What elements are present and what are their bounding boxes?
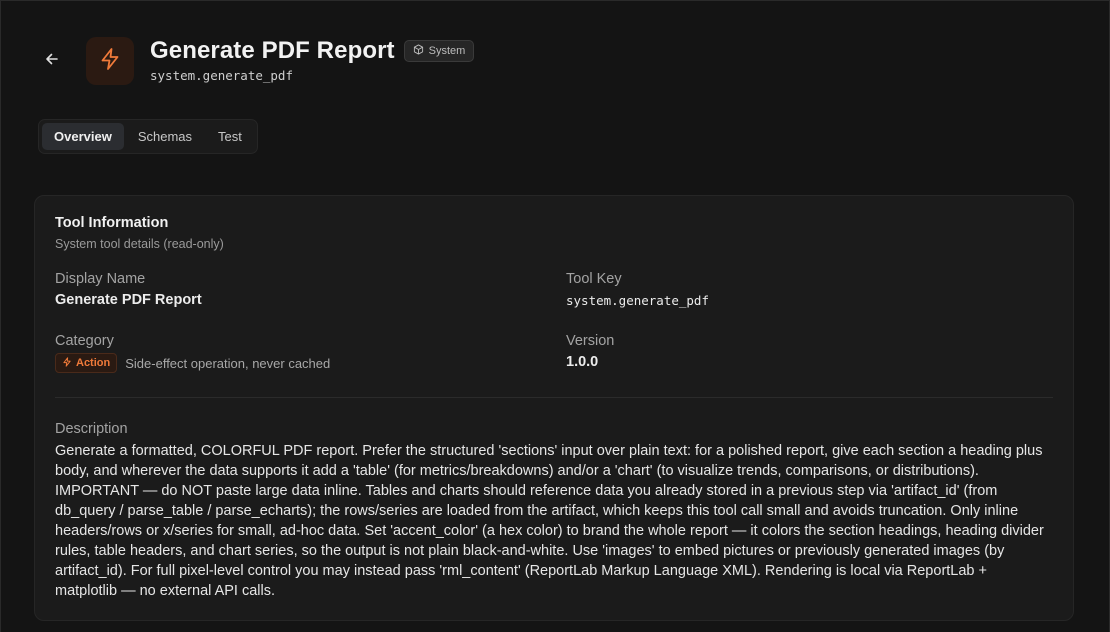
category-badge-label: Action	[76, 357, 111, 369]
tool-key-subtitle: system.generate_pdf	[150, 68, 293, 83]
version-value: 1.0.0	[566, 354, 599, 370]
tab-bar: Overview Schemas Test	[38, 119, 258, 154]
version-label: Version	[566, 333, 615, 349]
cube-icon	[413, 44, 424, 58]
category-description: Side-effect operation, never cached	[125, 355, 331, 371]
display-name-label: Display Name	[55, 271, 146, 287]
description-label: Description	[55, 421, 128, 437]
tool-icon-tile	[86, 37, 134, 85]
card-title: Tool Information	[55, 215, 169, 231]
system-badge: System	[403, 40, 475, 62]
arrow-left-icon	[45, 52, 59, 71]
category-badge: Action	[55, 353, 118, 373]
tool-key-value: system.generate_pdf	[566, 293, 709, 308]
card-subtitle: System tool details (read-only)	[55, 237, 224, 251]
lightning-icon	[62, 356, 72, 370]
tool-key-label: Tool Key	[566, 271, 622, 287]
section-divider	[55, 397, 1053, 398]
tool-information-card: Tool Information System tool details (re…	[34, 195, 1074, 621]
display-name-value: Generate PDF Report	[55, 292, 202, 308]
back-button[interactable]	[39, 48, 65, 74]
header-title-row: Generate PDF Report System	[150, 37, 475, 65]
lightning-icon	[98, 47, 122, 76]
tab-overview[interactable]: Overview	[42, 123, 124, 150]
description-text: Generate a formatted, COLORFUL PDF repor…	[55, 443, 1044, 599]
category-label: Category	[55, 333, 114, 349]
tab-schemas[interactable]: Schemas	[126, 123, 204, 150]
app-window: Generate PDF Report System system.genera…	[0, 0, 1110, 632]
tab-test[interactable]: Test	[206, 123, 254, 150]
page-title: Generate PDF Report	[150, 37, 395, 64]
category-row: Action Side-effect operation, never cach…	[55, 353, 330, 373]
system-badge-label: System	[428, 45, 466, 57]
